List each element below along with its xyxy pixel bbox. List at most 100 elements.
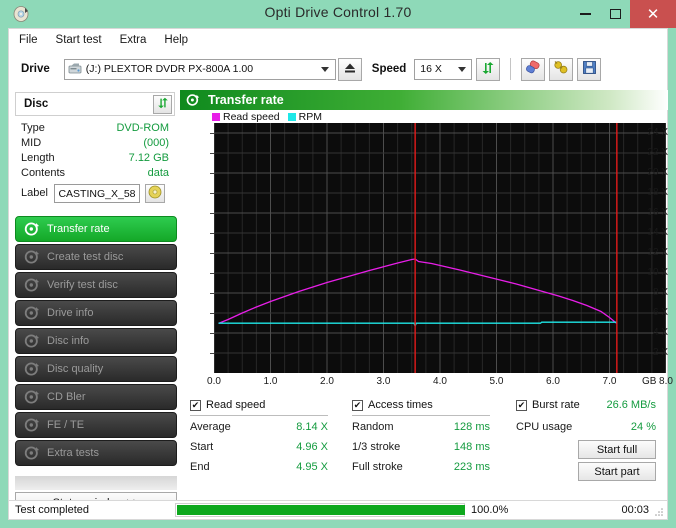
- start-part-button[interactable]: Start part: [578, 462, 656, 481]
- legend-swatch-rpm: [287, 112, 296, 121]
- disc-label-row: Label CASTING_X_58: [21, 184, 179, 204]
- sidebar-item-label: Disc info: [47, 335, 90, 347]
- disc-value: 7.12 GB: [128, 152, 169, 164]
- close-icon: ✕: [646, 6, 660, 23]
- sidebar-item-disc-info[interactable]: Disc info: [15, 328, 177, 354]
- legend-label-read-speed: Read speed: [223, 110, 280, 123]
- disc-label-icon-button[interactable]: [145, 184, 165, 203]
- drive-select[interactable]: (J:) PLEXTOR DVDR PX-800A 1.00: [63, 58, 336, 80]
- refresh-arrows-icon: [480, 60, 496, 79]
- disc-refresh-button[interactable]: [153, 95, 172, 114]
- stat-key-third-stroke: 1/3 stroke: [352, 441, 401, 453]
- x-axis-tick-label: 6.0: [546, 376, 560, 387]
- maximize-button[interactable]: [600, 0, 630, 28]
- start-full-button[interactable]: Start full: [578, 440, 656, 459]
- disc-label-input[interactable]: CASTING_X_58: [54, 184, 140, 203]
- read-speed-group-label: Read speed: [206, 399, 266, 411]
- y-axis-tick-label: 18 X: [647, 187, 668, 198]
- stat-value-random: 128 ms: [453, 421, 490, 433]
- disc-row-mid: MID (000): [21, 137, 173, 152]
- progress-bar: [175, 503, 465, 517]
- disc-icon: [24, 305, 40, 321]
- x-axis-tick-label: 0.0: [207, 376, 221, 387]
- x-axis-tick-label: 3.0: [376, 376, 391, 387]
- save-button[interactable]: [577, 57, 602, 81]
- access-times-checkbox[interactable]: ✔: [352, 400, 363, 411]
- disc-section-title: Disc: [24, 98, 49, 110]
- start-full-label: Start full: [596, 443, 638, 456]
- sidebar-item-create-test-disc[interactable]: Create test disc: [15, 244, 177, 270]
- stat-key-average: Average: [190, 421, 231, 433]
- menu-item-help[interactable]: Help: [164, 34, 188, 46]
- chart-series-read-speed: [218, 258, 618, 325]
- sidebar-item-drive-info[interactable]: Drive info: [15, 300, 177, 326]
- y-axis-tick-label: 6 X: [652, 307, 668, 318]
- y-axis-tick: [210, 273, 214, 274]
- sidebar-item-label: Disc quality: [47, 363, 104, 375]
- status-message: Test completed: [15, 504, 89, 516]
- disc-key: Length: [21, 152, 55, 164]
- sidebar-item-verify-test-disc[interactable]: Verify test disc: [15, 272, 177, 298]
- y-axis-tick: [210, 353, 214, 354]
- disc-value: (000): [143, 137, 169, 149]
- disc-icon: [186, 93, 200, 107]
- y-axis-tick-label: 24 X: [647, 127, 668, 138]
- resize-grip[interactable]: [654, 507, 664, 517]
- burst-rate-checkbox[interactable]: ✔: [516, 400, 527, 411]
- disc-row-length: Length 7.12 GB: [21, 152, 173, 167]
- chart-legend: Read speed RPM: [212, 110, 330, 123]
- start-part-label: Start part: [594, 465, 640, 478]
- close-button[interactable]: ✕: [630, 0, 676, 28]
- minimize-button[interactable]: [570, 0, 600, 28]
- statistics-panel: ✔ Read speed Average 8.14 X Start 4.96 X…: [180, 398, 668, 481]
- erase-button[interactable]: [521, 57, 546, 81]
- stat-value-start: 4.96 X: [296, 441, 328, 453]
- menu-item-start-test[interactable]: Start test: [56, 34, 102, 46]
- check-icon: ✔: [517, 400, 526, 410]
- application-window: Opti Drive Control 1.70 ✕ File Start tes…: [0, 0, 676, 528]
- status-bar: Test completed 100.0% 00:03: [8, 500, 668, 520]
- x-axis-tick-label: 4.0: [433, 376, 447, 387]
- chart-plot-area[interactable]: [214, 123, 666, 373]
- y-axis-tick-label: 12 X: [647, 247, 668, 258]
- group-divider: [190, 415, 328, 416]
- y-axis-tick-label: 8 X: [652, 287, 668, 298]
- drive-toolbar: Drive (J:) PLEXTOR DVDR PX-800A 1.00 Spe…: [8, 50, 668, 88]
- sidebar-item-extra-tests[interactable]: Extra tests: [15, 440, 177, 466]
- menu-item-extra[interactable]: Extra: [120, 34, 147, 46]
- toolbar-separator: [510, 58, 512, 80]
- chart-canvas: [214, 123, 666, 373]
- x-axis-tick-label: 1.0: [263, 376, 278, 387]
- sidebar-item-fe-te[interactable]: FE / TE: [15, 412, 177, 438]
- burst-rate-value: 26.6 MB/s: [606, 399, 656, 411]
- y-axis-tick: [210, 153, 214, 154]
- eraser-icon: [525, 60, 542, 78]
- y-axis-tick: [210, 233, 214, 234]
- x-axis-tick-label: 2.0: [320, 376, 334, 387]
- x-axis-tick-label: 5.0: [489, 376, 504, 387]
- plug-button[interactable]: [549, 57, 574, 81]
- right-panel: Transfer rate Read speed RPM 2 X 4 X 6 X 8 …: [180, 88, 673, 500]
- disc-icon: [24, 221, 40, 237]
- eject-button[interactable]: [337, 57, 362, 81]
- menu-item-file[interactable]: File: [19, 34, 38, 46]
- progress-percent-label: 100.0%: [471, 504, 509, 516]
- progress-bar-fill: [177, 505, 465, 515]
- stat-value-cpu-usage: 24 %: [630, 421, 656, 433]
- refresh-button[interactable]: [476, 57, 501, 81]
- plug-icon: [553, 60, 569, 78]
- disc-icon: [24, 361, 40, 377]
- disc-icon: [24, 445, 40, 461]
- stat-key-end: End: [190, 461, 210, 473]
- sidebar-item-transfer-rate[interactable]: Transfer rate: [15, 216, 177, 242]
- sidebar-item-disc-quality[interactable]: Disc quality: [15, 356, 177, 382]
- chart-series-rpm: [218, 321, 617, 328]
- page-title: Transfer rate: [208, 93, 284, 107]
- disc-icon: [24, 277, 40, 293]
- speed-select[interactable]: 16 X: [414, 58, 473, 80]
- read-speed-checkbox[interactable]: ✔: [190, 400, 201, 411]
- menu-bar: File Start test Extra Help: [8, 28, 668, 50]
- sidebar-item-cd-bler[interactable]: CD Bler: [15, 384, 177, 410]
- disc-icon: [24, 417, 40, 433]
- y-axis-tick-label: 22 X: [647, 147, 668, 158]
